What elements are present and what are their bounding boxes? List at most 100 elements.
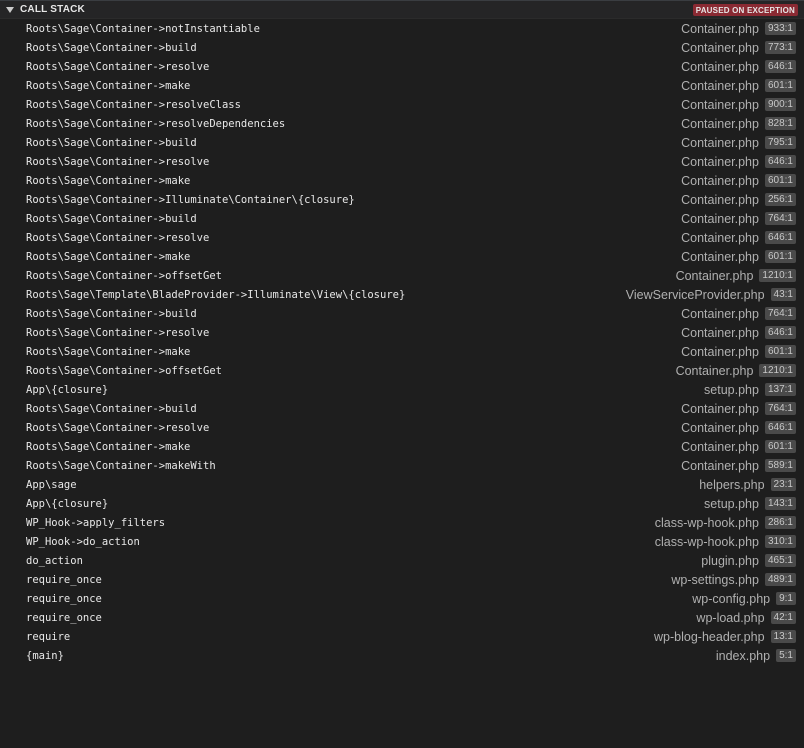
stack-frame[interactable]: Roots\Sage\Container->make Container.php 6… bbox=[0, 76, 804, 95]
stack-frame[interactable]: WP_Hook->do_action class-wp-hook.php 310:1 bbox=[0, 532, 804, 551]
stack-frame[interactable]: Roots\Sage\Container->resolveDependencie… bbox=[0, 114, 804, 133]
frame-function-name: App\{closure} bbox=[26, 383, 109, 396]
frame-function-name: Roots\Sage\Container->makeWith bbox=[26, 459, 216, 472]
frame-function-name: Roots\Sage\Container->resolveDependencie… bbox=[26, 117, 286, 130]
frame-line-badge: 13:1 bbox=[770, 630, 796, 643]
frame-line-badge: 286:1 bbox=[764, 516, 796, 529]
frame-line-badge: 465:1 bbox=[764, 554, 796, 567]
frame-file-name: Container.php bbox=[681, 135, 759, 150]
stack-frame[interactable]: do_action plugin.php 465:1 bbox=[0, 551, 804, 570]
frame-line-badge: 256:1 bbox=[764, 193, 796, 206]
stack-frame[interactable]: Roots\Sage\Container->resolve Container.p… bbox=[0, 228, 804, 247]
stack-frame[interactable]: Roots\Sage\Container->resolveClass Contai… bbox=[0, 95, 804, 114]
frame-function-name: Roots\Sage\Container->make bbox=[26, 250, 191, 263]
frame-line-badge: 764:1 bbox=[764, 212, 796, 225]
frame-file-name: Container.php bbox=[681, 439, 759, 454]
frame-function-name: do_action bbox=[26, 554, 83, 567]
stack-frame[interactable]: Roots\Sage\Container->build Container.php… bbox=[0, 209, 804, 228]
stack-frame[interactable]: require_once wp-settings.php 489:1 bbox=[0, 570, 804, 589]
stack-frame[interactable]: Roots\Sage\Container->offsetGet Container… bbox=[0, 266, 804, 285]
stack-frame[interactable]: WP_Hook->apply_filters class-wp-hook.php 2… bbox=[0, 513, 804, 532]
frame-function-name: Roots\Sage\Container->make bbox=[26, 345, 191, 358]
frame-function-name: Roots\Sage\Container->build bbox=[26, 212, 197, 225]
frame-file-name: Container.php bbox=[675, 268, 754, 283]
stack-frame[interactable]: Roots\Sage\Container->notInstantiable Con… bbox=[0, 19, 804, 38]
frame-function-name: Roots\Sage\Container->offsetGet bbox=[26, 269, 222, 282]
stack-frame[interactable]: Roots\Sage\Container->resolve Container.p… bbox=[0, 418, 804, 437]
stack-frame[interactable]: Roots\Sage\Container->offsetGet Container… bbox=[0, 361, 804, 380]
frame-file-name: Container.php bbox=[681, 192, 759, 207]
frame-function-name: require_once bbox=[26, 611, 102, 624]
stack-frame[interactable]: require wp-blog-header.php 13:1 bbox=[0, 627, 804, 646]
stack-frame[interactable]: App\{closure} setup.php 137:1 bbox=[0, 380, 804, 399]
stack-frame[interactable]: Roots\Sage\Container->resolve Container.p… bbox=[0, 57, 804, 76]
frame-file-name: class-wp-hook.php bbox=[654, 534, 759, 549]
frame-line-badge: 601:1 bbox=[764, 345, 796, 358]
stack-frame[interactable]: Roots\Sage\Container->build Container.php… bbox=[0, 399, 804, 418]
frame-file-name: Container.php bbox=[681, 230, 759, 245]
stack-frame[interactable]: App\sage helpers.php 23:1 bbox=[0, 475, 804, 494]
stack-frame[interactable]: require_once wp-config.php 9:1 bbox=[0, 589, 804, 608]
frame-file-name: Container.php bbox=[675, 363, 754, 378]
frame-file-name: setup.php bbox=[704, 382, 759, 397]
frame-file-name: Container.php bbox=[681, 401, 759, 416]
frame-line-badge: 601:1 bbox=[764, 250, 796, 263]
frame-line-badge: 646:1 bbox=[764, 421, 796, 434]
frame-function-name: require_once bbox=[26, 573, 102, 586]
stack-frame[interactable]: Roots\Sage\Template\BladeProvider->Illum… bbox=[0, 285, 804, 304]
frame-function-name: Roots\Sage\Container->build bbox=[26, 307, 197, 320]
frame-line-badge: 1210:1 bbox=[759, 269, 796, 282]
frame-function-name: Roots\Sage\Container->Illuminate\Contain… bbox=[26, 193, 355, 206]
frame-line-badge: 1210:1 bbox=[759, 364, 796, 377]
paused-on-exception-badge: PAUSED ON EXCEPTION bbox=[692, 3, 798, 16]
frame-function-name: require bbox=[26, 630, 71, 643]
frame-file-name: Container.php bbox=[681, 306, 759, 321]
stack-frame[interactable]: Roots\Sage\Container->build Container.php… bbox=[0, 38, 804, 57]
frame-function-name: Roots\Sage\Container->make bbox=[26, 440, 191, 453]
stack-frame[interactable]: Roots\Sage\Container->resolve Container.p… bbox=[0, 152, 804, 171]
stack-frame[interactable]: Roots\Sage\Container->make Container.php 6… bbox=[0, 342, 804, 361]
stack-frame[interactable]: Roots\Sage\Container->build Container.php… bbox=[0, 133, 804, 152]
stack-frame[interactable]: Roots\Sage\Container->make Container.php 6… bbox=[0, 171, 804, 190]
stack-frame[interactable]: Roots\Sage\Container->make Container.php 6… bbox=[0, 437, 804, 456]
frame-function-name: App\{closure} bbox=[26, 497, 109, 510]
frame-file-name: Container.php bbox=[681, 78, 759, 93]
frame-line-badge: 900:1 bbox=[764, 98, 796, 111]
frame-line-badge: 764:1 bbox=[764, 402, 796, 415]
frame-file-name: Container.php bbox=[681, 21, 759, 36]
stack-frame[interactable]: require_once wp-load.php 42:1 bbox=[0, 608, 804, 627]
frame-function-name: Roots\Sage\Container->build bbox=[26, 136, 197, 149]
frame-function-name: {main} bbox=[26, 649, 64, 662]
frame-line-badge: 646:1 bbox=[764, 326, 796, 339]
call-stack-header[interactable]: CALL STACK PAUSED ON EXCEPTION bbox=[0, 0, 804, 19]
frame-function-name: Roots\Sage\Container->resolve bbox=[26, 60, 210, 73]
stack-frame[interactable]: Roots\Sage\Container->makeWith Container.… bbox=[0, 456, 804, 475]
frame-function-name: Roots\Sage\Container->offsetGet bbox=[26, 364, 222, 377]
frame-line-badge: 601:1 bbox=[764, 174, 796, 187]
stack-frame-list: Roots\Sage\Container->notInstantiable Con… bbox=[0, 19, 804, 748]
frame-line-badge: 601:1 bbox=[764, 440, 796, 453]
frame-file-name: Container.php bbox=[681, 344, 759, 359]
frame-line-badge: 137:1 bbox=[764, 383, 796, 396]
frame-line-badge: 9:1 bbox=[776, 592, 796, 605]
frame-line-badge: 42:1 bbox=[770, 611, 796, 624]
stack-frame[interactable]: Roots\Sage\Container->resolve Container.p… bbox=[0, 323, 804, 342]
frame-file-name: Container.php bbox=[681, 249, 759, 264]
frame-line-badge: 310:1 bbox=[764, 535, 796, 548]
frame-function-name: WP_Hook->do_action bbox=[26, 535, 140, 548]
stack-frame[interactable]: App\{closure} setup.php 143:1 bbox=[0, 494, 804, 513]
stack-frame[interactable]: Roots\Sage\Container->Illuminate\Contain… bbox=[0, 190, 804, 209]
frame-line-badge: 23:1 bbox=[770, 478, 796, 491]
chevron-down-icon[interactable] bbox=[6, 6, 14, 13]
stack-frame[interactable]: Roots\Sage\Container->make Container.php 6… bbox=[0, 247, 804, 266]
stack-frame[interactable]: Roots\Sage\Container->build Container.php… bbox=[0, 304, 804, 323]
frame-file-name: wp-blog-header.php bbox=[654, 629, 765, 644]
frame-file-name: helpers.php bbox=[699, 477, 765, 492]
frame-line-badge: 646:1 bbox=[764, 60, 796, 73]
frame-file-name: wp-load.php bbox=[696, 610, 765, 625]
frame-function-name: WP_Hook->apply_filters bbox=[26, 516, 166, 529]
call-stack-panel: CALL STACK PAUSED ON EXCEPTION Roots\Sag… bbox=[0, 0, 804, 748]
frame-file-name: class-wp-hook.php bbox=[654, 515, 759, 530]
stack-frame[interactable]: {main} index.php 5:1 bbox=[0, 646, 804, 665]
frame-function-name: Roots\Sage\Container->resolve bbox=[26, 155, 210, 168]
